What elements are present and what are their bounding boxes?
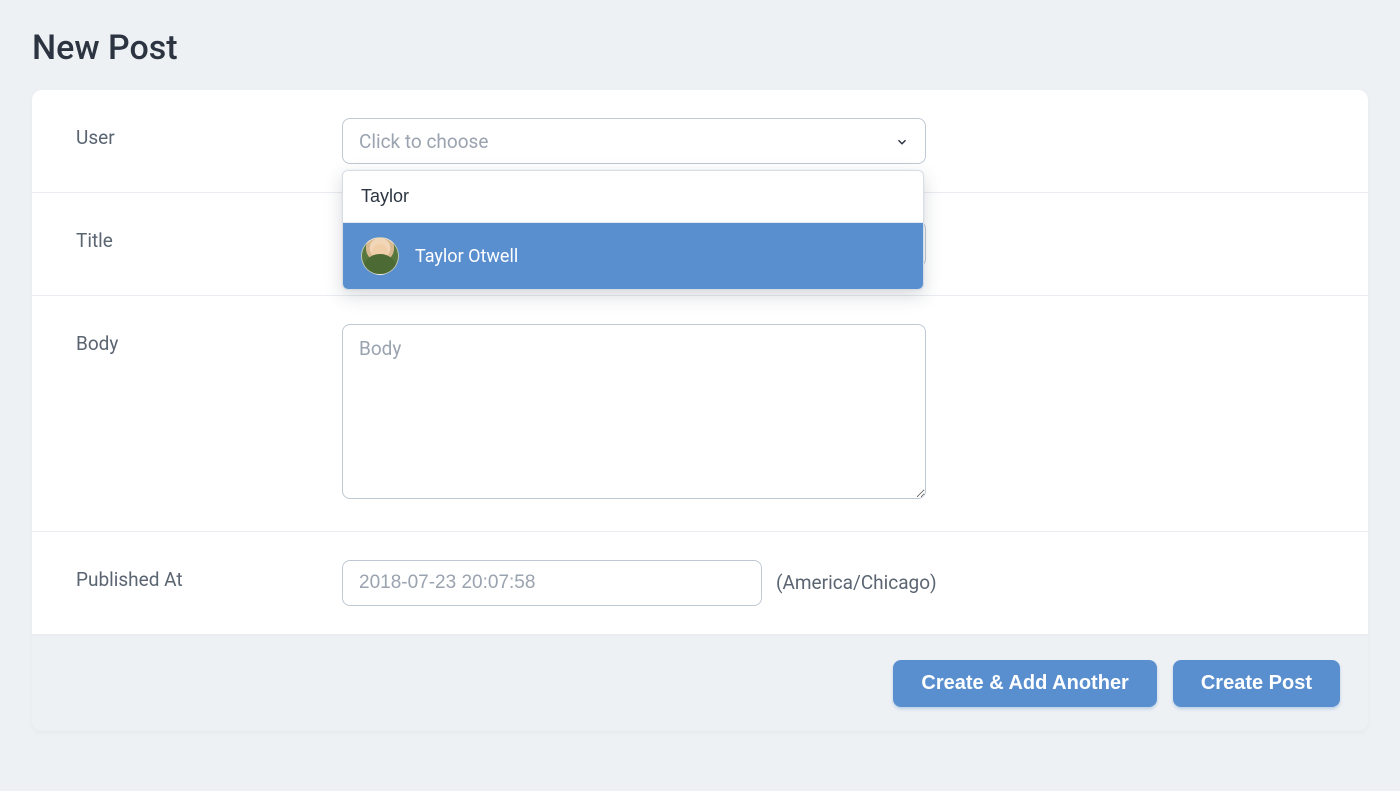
body-textarea[interactable] [342,324,926,499]
field-row-user: User Click to choose Taylor Otwell [32,90,1368,193]
create-post-button[interactable]: Create Post [1173,660,1340,707]
field-row-published-at: Published At (America/Chicago) [32,532,1368,635]
avatar [361,237,399,275]
user-option-taylor-otwell[interactable]: Taylor Otwell [343,223,923,289]
published-at-input[interactable] [342,560,762,606]
user-dropdown: Taylor Otwell [342,170,924,290]
timezone-label: (America/Chicago) [776,560,937,606]
label-title: Title [76,221,342,252]
label-published-at: Published At [76,560,342,591]
user-search-input[interactable] [343,171,923,223]
user-option-label: Taylor Otwell [415,246,518,267]
form-actions: Create & Add Another Create Post [32,635,1368,731]
create-and-add-another-button[interactable]: Create & Add Another [893,660,1156,707]
form-card: User Click to choose Taylor Otwell [32,90,1368,731]
page-title: New Post [32,28,1368,68]
chevron-down-icon [895,134,909,148]
user-select-placeholder: Click to choose [359,130,488,153]
label-body: Body [76,324,342,355]
field-row-body: Body [32,296,1368,532]
label-user: User [76,118,342,149]
user-select[interactable]: Click to choose [342,118,926,164]
